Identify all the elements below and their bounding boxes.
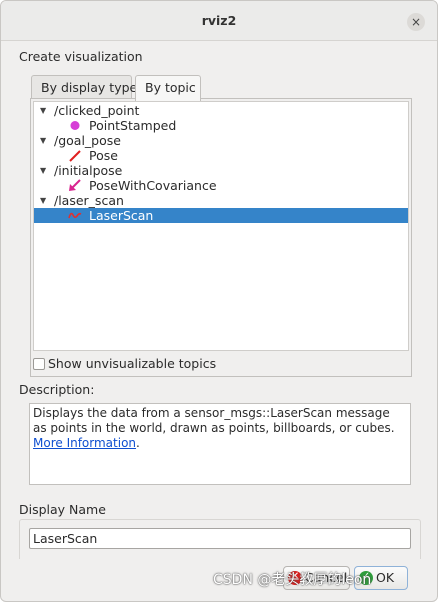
pose-arrow-icon xyxy=(69,150,81,162)
description-box: Displays the data from a sensor_msgs::La… xyxy=(29,403,411,485)
topic-label: /initialpose xyxy=(54,163,123,178)
cancel-button[interactable]: ✕ Cancel xyxy=(283,566,350,590)
topic-label: /goal_pose xyxy=(54,133,121,148)
window-title: rviz2 xyxy=(201,13,237,28)
tree-row-initialpose[interactable]: ▼ /initialpose xyxy=(34,163,408,178)
tab-by-topic[interactable]: By topic xyxy=(135,75,201,101)
create-visualization-dialog: rviz2 × Create visualization By display … xyxy=(0,0,438,602)
display-type-label: PoseWithCovariance xyxy=(89,178,217,193)
expand-arrow-icon[interactable]: ▼ xyxy=(40,133,46,148)
by-topic-panel: ▼ /clicked_point PointStamped ▼ /goal_po… xyxy=(30,98,412,377)
point-dot-icon xyxy=(70,121,80,130)
cancel-icon: ✕ xyxy=(288,571,302,585)
cancel-label: Cancel xyxy=(305,570,348,585)
tree-row-laser-scan-topic[interactable]: ▼ /laser_scan xyxy=(34,193,408,208)
display-type-label: PointStamped xyxy=(89,118,177,133)
tab-by-display-type[interactable]: By display type xyxy=(31,75,137,100)
create-visualization-label: Create visualization xyxy=(19,49,143,64)
expand-arrow-icon[interactable]: ▼ xyxy=(40,103,46,118)
title-bar: rviz2 × xyxy=(1,1,437,41)
more-information-link[interactable]: More Information xyxy=(33,436,136,450)
description-text: Displays the data from a sensor_msgs::La… xyxy=(33,406,395,435)
checkbox-box[interactable] xyxy=(33,358,45,370)
ok-check-icon: ✓ xyxy=(359,571,373,585)
ok-button[interactable]: ✓ OK xyxy=(354,566,408,590)
description-trailing: . xyxy=(136,436,140,450)
tree-row-pose[interactable]: Pose xyxy=(34,148,408,163)
display-name-label: Display Name xyxy=(19,502,106,517)
topic-label: /clicked_point xyxy=(54,103,140,118)
close-icon[interactable]: × xyxy=(407,13,425,31)
topic-label: /laser_scan xyxy=(54,193,124,208)
display-name-field[interactable] xyxy=(29,528,411,549)
checkbox-label: Show unvisualizable topics xyxy=(48,356,217,371)
tree-row-clicked-point[interactable]: ▼ /clicked_point xyxy=(34,103,408,118)
tree-row-pose-with-covariance[interactable]: PoseWithCovariance xyxy=(34,178,408,193)
tree-row-laser-scan[interactable]: LaserScan xyxy=(34,208,408,223)
ok-label: OK xyxy=(376,570,395,585)
display-type-label: Pose xyxy=(89,148,118,163)
topic-tree[interactable]: ▼ /clicked_point PointStamped ▼ /goal_po… xyxy=(33,101,409,351)
expand-arrow-icon[interactable]: ▼ xyxy=(40,163,46,178)
expand-arrow-icon[interactable]: ▼ xyxy=(40,193,46,208)
pose-covariance-icon xyxy=(69,179,81,191)
tree-row-point-stamped[interactable]: PointStamped xyxy=(34,118,408,133)
display-type-label: LaserScan xyxy=(89,208,154,223)
laser-scan-icon xyxy=(68,212,82,219)
tree-row-goal-pose[interactable]: ▼ /goal_pose xyxy=(34,133,408,148)
description-label: Description: xyxy=(19,382,95,397)
